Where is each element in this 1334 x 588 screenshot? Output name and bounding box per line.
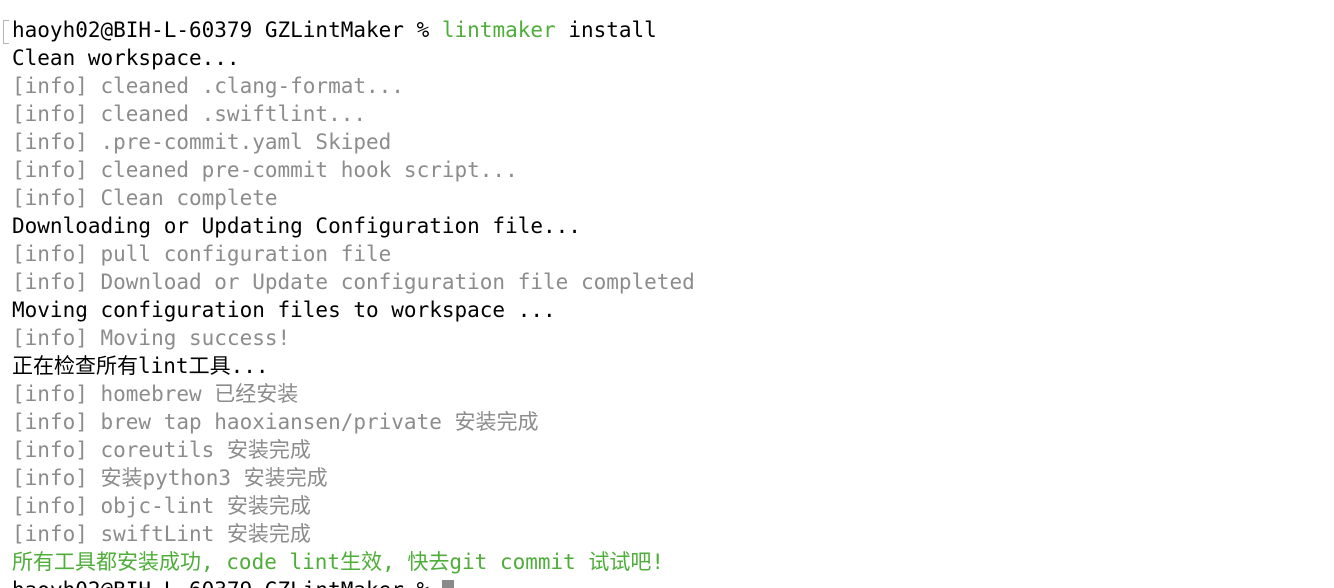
- output-line: Moving configuration files to workspace …: [12, 298, 556, 322]
- prompt-text: haoyh02@BIH-L-60379 GZLintMaker %: [12, 18, 442, 42]
- cursor-icon: [441, 580, 454, 588]
- info-line: [info] pull configuration file: [12, 242, 392, 266]
- info-line: [info] Download or Update configuration …: [12, 270, 695, 294]
- prompt-text: haoyh02@BIH-L-60379 GZLintMaker %: [12, 578, 442, 588]
- info-line: [info] homebrew 已经安装: [12, 382, 299, 406]
- info-line: [info] swiftLint 安装完成: [12, 522, 311, 546]
- info-line: [info] brew tap haoxiansen/private 安装完成: [12, 410, 539, 434]
- output-line: 正在检查所有lint工具...: [12, 354, 269, 378]
- info-line: [info] Moving success!: [12, 326, 291, 350]
- success-line: 所有工具都安装成功, code lint生效, 快去git commit 试试吧…: [12, 550, 665, 574]
- prompt-mark-icon: [3, 20, 9, 44]
- input-prompt-line[interactable]: haoyh02@BIH-L-60379 GZLintMaker %: [12, 576, 695, 588]
- info-line: [info] cleaned pre-commit hook script...: [12, 158, 518, 182]
- info-line: [info] objc-lint 安装完成: [12, 494, 311, 518]
- terminal-window[interactable]: haoyh02@BIH-L-60379 GZLintMaker % lintma…: [0, 0, 1334, 588]
- info-line: [info] cleaned .swiftlint...: [12, 102, 367, 126]
- info-line: [info] .pre-commit.yaml Skiped: [12, 130, 392, 154]
- info-line: [info] 安装python3 安装完成: [12, 466, 328, 490]
- info-line: [info] coreutils 安装完成: [12, 438, 311, 462]
- output-line: Downloading or Updating Configuration fi…: [12, 214, 581, 238]
- command-args: install: [555, 18, 657, 42]
- terminal-output: haoyh02@BIH-L-60379 GZLintMaker % lintma…: [12, 16, 695, 588]
- command-name: lintmaker: [441, 18, 556, 42]
- command-line: haoyh02@BIH-L-60379 GZLintMaker % lintma…: [12, 16, 695, 44]
- output-line: Clean workspace...: [12, 46, 240, 70]
- info-line: [info] cleaned .clang-format...: [12, 74, 404, 98]
- info-line: [info] Clean complete: [12, 186, 278, 210]
